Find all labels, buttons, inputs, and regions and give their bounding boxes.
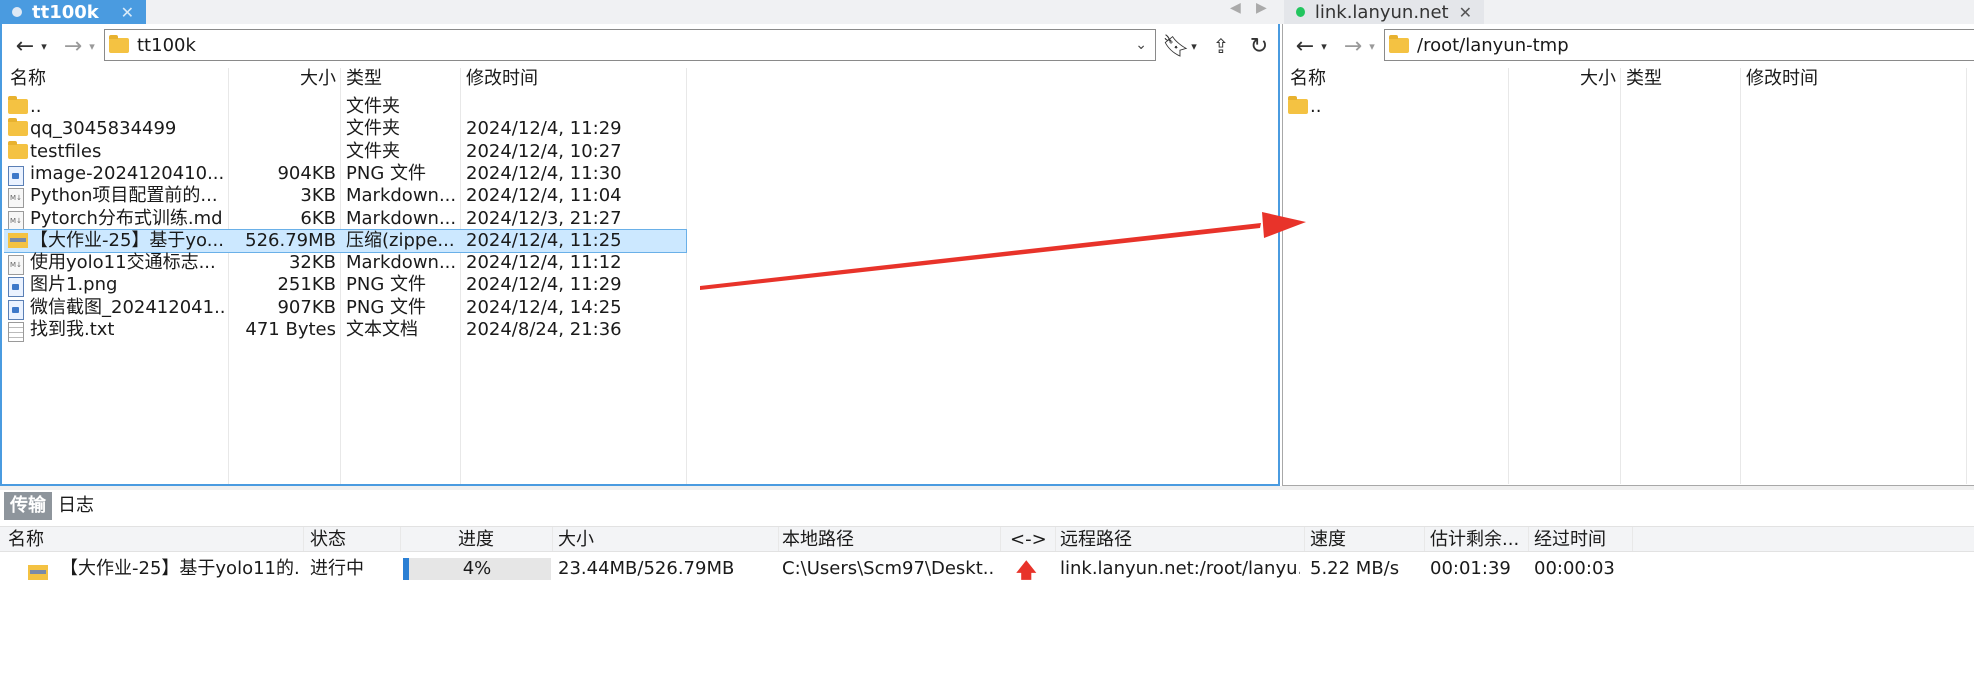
transfer-header-local-path[interactable]: 本地路径	[782, 529, 854, 551]
column-divider	[1000, 527, 1001, 551]
transfer-header-speed[interactable]: 速度	[1310, 529, 1346, 551]
transfer-header-eta[interactable]: 估计剩余...	[1430, 529, 1519, 551]
transfer-elapsed: 00:00:03	[1534, 558, 1615, 579]
column-divider	[1424, 527, 1425, 551]
upload-direction-icon: 🡅	[1016, 558, 1037, 582]
bottom-divider	[0, 486, 1974, 490]
column-divider	[552, 527, 553, 551]
transfer-status: 进行中	[310, 558, 364, 579]
transfer-local-path: C:\Users\Scm97\Deskt...	[782, 558, 996, 579]
transfer-remote-path: link.lanyun.net:/root/lanyu...	[1060, 558, 1300, 579]
transfer-header-remote-path[interactable]: 远程路径	[1060, 529, 1132, 551]
column-divider	[1304, 527, 1305, 551]
bottom-tab-log[interactable]: 日志	[58, 492, 94, 520]
transfer-speed: 5.22 MB/s	[1310, 558, 1400, 579]
transfer-header-direction[interactable]: <->	[1010, 529, 1047, 551]
transfer-header-progress[interactable]: 进度	[458, 529, 494, 551]
column-divider	[778, 527, 779, 551]
zip-file-icon	[28, 564, 48, 580]
transfer-row[interactable]: 【大作业-25】基于yolo11的... 进行中 4% 23.44MB/526.…	[0, 556, 1974, 582]
transfer-header-name[interactable]: 名称	[8, 529, 44, 551]
transfer-eta: 00:01:39	[1430, 558, 1511, 579]
transfer-progress-text: 4%	[462, 558, 492, 579]
drag-annotation-arrow	[700, 212, 1306, 290]
arrow-shaft	[700, 223, 1261, 290]
transfer-header-size[interactable]: 大小	[558, 529, 594, 551]
transfer-header: 名称 状态 进度 大小 本地路径 <-> 远程路径 速度 估计剩余... 经过时…	[0, 526, 1974, 552]
column-divider	[400, 527, 401, 551]
transfer-file-name: 【大作业-25】基于yolo11的...	[60, 558, 300, 579]
bottom-tab-transfer[interactable]: 传输	[4, 492, 52, 520]
transfer-header-status[interactable]: 状态	[310, 529, 346, 551]
column-divider	[1632, 527, 1633, 551]
transfer-progress-bar: 4%	[403, 558, 551, 580]
transfer-header-elapsed[interactable]: 经过时间	[1534, 529, 1606, 551]
transfer-size: 23.44MB/526.79MB	[558, 558, 735, 579]
column-divider	[1528, 527, 1529, 551]
column-divider	[1055, 527, 1056, 551]
arrow-head	[1262, 212, 1306, 238]
column-divider	[303, 527, 304, 551]
